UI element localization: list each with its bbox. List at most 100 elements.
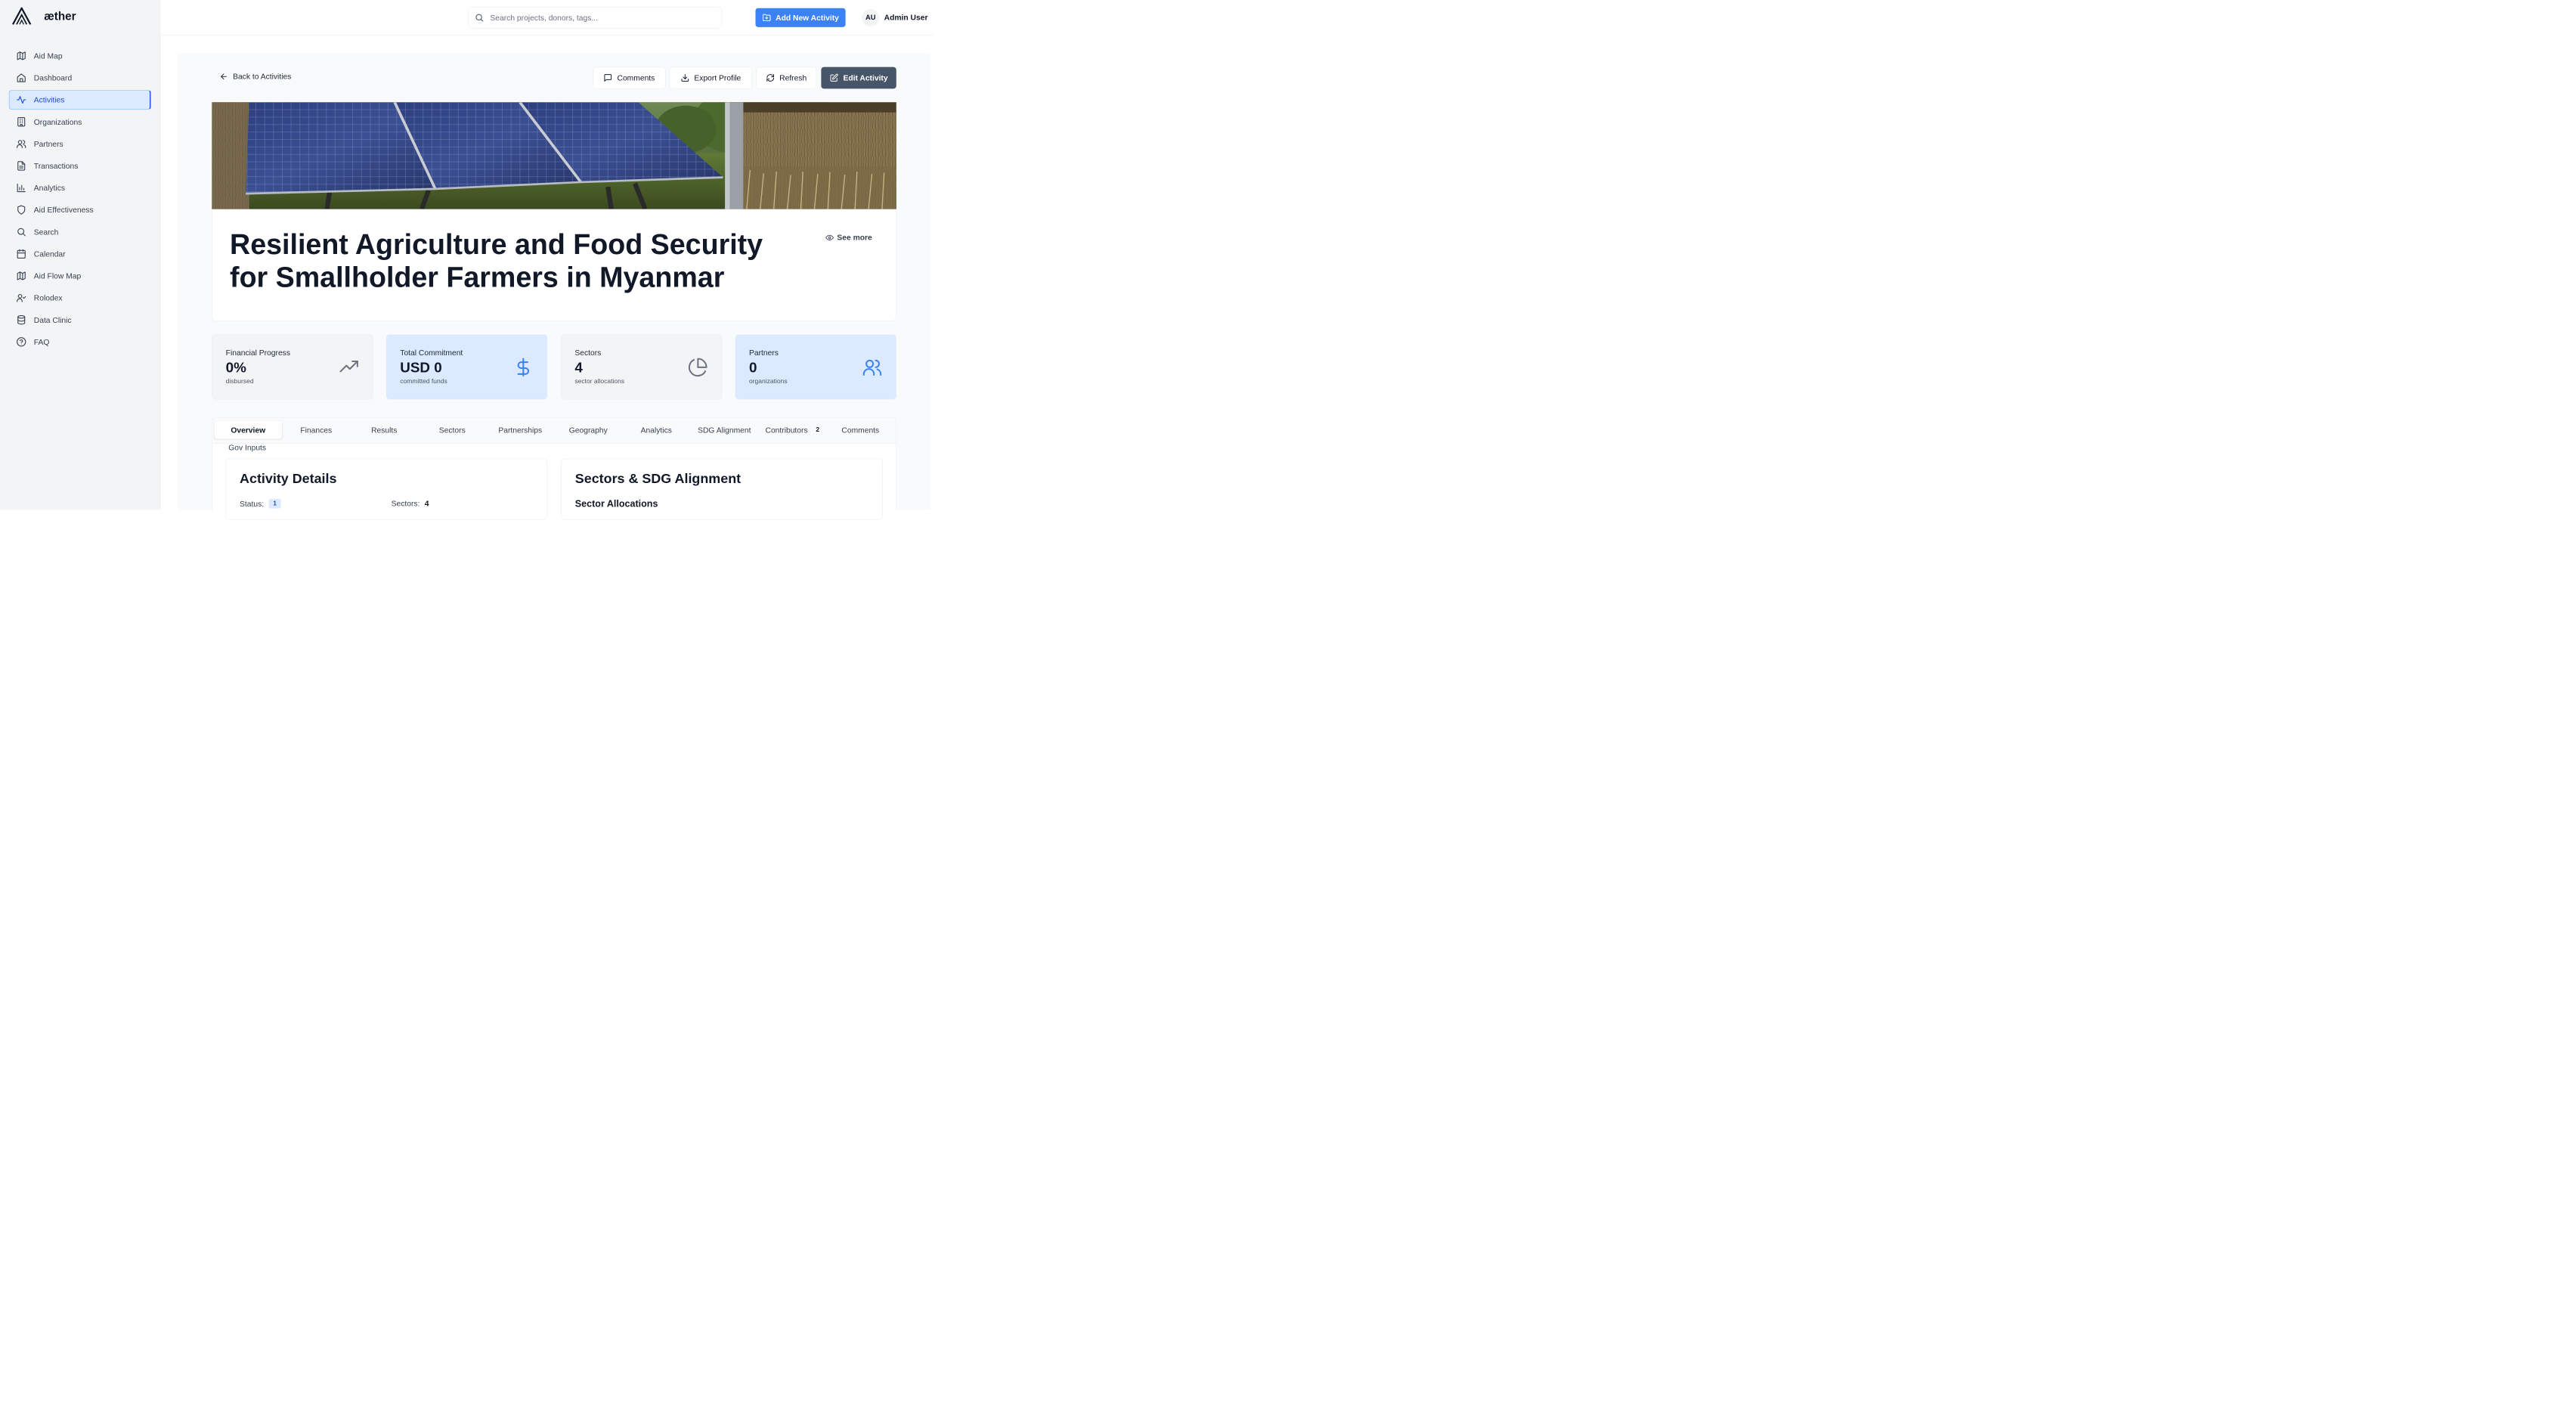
- sidebar-item-aid-flow-map[interactable]: Aid Flow Map: [9, 266, 151, 286]
- sidebar-item-label: Calendar: [33, 249, 66, 259]
- users-icon: [17, 140, 26, 148]
- sectors-sdg-title: Sectors & SDG Alignment: [574, 471, 742, 487]
- tab-label: Partnerships: [498, 425, 543, 435]
- sidebar-item-label: Rolodex: [33, 293, 63, 302]
- tab-label: Comments: [841, 425, 880, 435]
- add-new-activity-label: Add New Activity: [776, 13, 839, 22]
- stat-label: Sectors: [574, 348, 602, 358]
- back-label: Back to Activities: [233, 71, 292, 81]
- sectors-count: 4: [424, 499, 429, 508]
- map-icon: [17, 51, 26, 60]
- tab-geography[interactable]: Geography: [554, 421, 622, 439]
- tab-sectors[interactable]: Sectors: [418, 421, 486, 439]
- sidebar-item-transactions[interactable]: Transactions: [9, 156, 151, 175]
- user-name[interactable]: Admin User: [884, 13, 928, 22]
- sidebar-item-data-clinic[interactable]: Data Clinic: [9, 310, 151, 330]
- sidebar-nav: Aid Map Dashboard Activities Organizatio…: [8, 46, 151, 354]
- calendar-icon: [17, 249, 26, 259]
- activity-tabs: Overview Finances Results Sectors Partne…: [212, 417, 896, 444]
- activity-title: Resilient Agriculture and Food Security …: [230, 228, 763, 293]
- solar-panel-photo: [212, 102, 896, 209]
- sidebar-item-label: Data Clinic: [33, 315, 72, 324]
- sectors-field: Sectors: 4: [392, 499, 429, 508]
- sidebar-item-label: Partners: [33, 139, 63, 148]
- stat-sub: sector allocations: [574, 377, 625, 386]
- sectors-sdg-card: Sectors & SDG Alignment Sector Allocatio…: [561, 458, 883, 520]
- sidebar-item-label: Aid Effectiveness: [33, 205, 94, 215]
- tab-results[interactable]: Results: [350, 421, 418, 439]
- sidebar-item-faq[interactable]: FAQ: [9, 332, 151, 352]
- edit-activity-button[interactable]: Edit Activity: [821, 67, 896, 89]
- tab-label: Overview: [231, 425, 266, 435]
- stat-sub: committed funds: [400, 377, 447, 386]
- back-to-activities-link[interactable]: Back to Activities: [219, 72, 291, 81]
- help-circle-icon: [17, 337, 26, 347]
- app-name: æther: [44, 9, 76, 23]
- arrow-left-icon: [221, 73, 227, 79]
- sidebar-item-dashboard[interactable]: Dashboard: [9, 68, 151, 88]
- status-badge: 1: [268, 499, 281, 509]
- sidebar-item-rolodex[interactable]: Rolodex: [9, 288, 151, 308]
- shield-icon: [17, 205, 26, 215]
- tab-gov-inputs[interactable]: Gov Inputs: [228, 443, 266, 452]
- avatar[interactable]: AU: [862, 8, 880, 26]
- stat-financial-progress: Financial Progress 0% disbursed: [212, 334, 373, 400]
- sidebar-item-calendar[interactable]: Calendar: [9, 244, 151, 264]
- sidebar-item-label: Organizations: [33, 117, 82, 126]
- sidebar-item-search[interactable]: Search: [9, 222, 151, 242]
- stat-partners: Partners 0 organizations: [735, 334, 896, 400]
- sidebar-item-label: Analytics: [33, 183, 65, 193]
- sidebar-item-activities[interactable]: Activities: [8, 90, 151, 110]
- export-profile-button[interactable]: Export Profile: [669, 67, 753, 89]
- home-icon: [17, 73, 26, 82]
- tab-overview[interactable]: Overview: [214, 420, 283, 439]
- sidebar-item-label: Transactions: [33, 161, 79, 171]
- users-icon: [862, 359, 882, 376]
- search-icon: [17, 228, 26, 237]
- top-bar: Add New Activity AU Admin User: [160, 0, 934, 36]
- tab-label: Geography: [568, 425, 608, 435]
- see-more-label: See more: [837, 233, 872, 242]
- stat-total-commitment: Total Commitment USD 0 committed funds: [385, 334, 548, 400]
- comments-button[interactable]: Comments: [593, 67, 666, 89]
- database-icon: [17, 315, 26, 325]
- tab-label: Contributors: [765, 425, 808, 435]
- sidebar-item-label: Dashboard: [33, 73, 73, 82]
- sidebar-item-organizations[interactable]: Organizations: [9, 112, 151, 132]
- sidebar-item-aid-map[interactable]: Aid Map: [9, 46, 151, 66]
- see-more-button[interactable]: See more: [825, 233, 872, 242]
- tab-analytics[interactable]: Analytics: [623, 421, 691, 439]
- search-icon: [475, 14, 484, 22]
- pie-chart-icon: [688, 358, 707, 377]
- activity-icon: [17, 96, 26, 104]
- building-icon: [17, 117, 26, 127]
- tab-partnerships[interactable]: Partnerships: [486, 421, 554, 439]
- tab-sdg-alignment[interactable]: SDG Alignment: [691, 421, 759, 439]
- activity-details-card: Activity Details Status: 1 Sectors: 4: [225, 458, 548, 520]
- sidebar-item-partners[interactable]: Partners: [9, 134, 151, 153]
- stat-sectors: Sectors 4 sector allocations: [561, 334, 723, 400]
- main-content: Back to Activities Comments Export Profi…: [178, 53, 930, 520]
- message-square-icon: [604, 74, 612, 82]
- status-field: Status: 1: [240, 499, 281, 509]
- add-new-activity-button[interactable]: Add New Activity: [755, 8, 846, 27]
- stat-sub: disbursed: [225, 377, 254, 386]
- sidebar-item-aid-effectiveness[interactable]: Aid Effectiveness: [9, 200, 151, 220]
- file-text-icon: [17, 161, 26, 171]
- tab-label: SDG Alignment: [698, 425, 751, 435]
- status-label: Status:: [240, 499, 265, 508]
- global-search[interactable]: [468, 6, 723, 29]
- sidebar-item-analytics[interactable]: Analytics: [9, 178, 151, 198]
- sidebar-item-label: Activities: [33, 95, 65, 104]
- tab-contributors[interactable]: Contributors 2: [759, 421, 827, 439]
- tab-label: Analytics: [640, 425, 672, 435]
- activity-details-title: Activity Details: [240, 471, 337, 487]
- refresh-button[interactable]: Refresh: [756, 67, 817, 89]
- search-input[interactable]: [490, 13, 707, 23]
- app-logo[interactable]: æther: [11, 7, 76, 26]
- contributors-count-badge: 2: [816, 426, 820, 434]
- tab-finances[interactable]: Finances: [282, 421, 350, 439]
- refresh-label: Refresh: [779, 73, 807, 82]
- sidebar-item-label: Aid Flow Map: [33, 271, 82, 280]
- tab-comments[interactable]: Comments: [827, 421, 895, 439]
